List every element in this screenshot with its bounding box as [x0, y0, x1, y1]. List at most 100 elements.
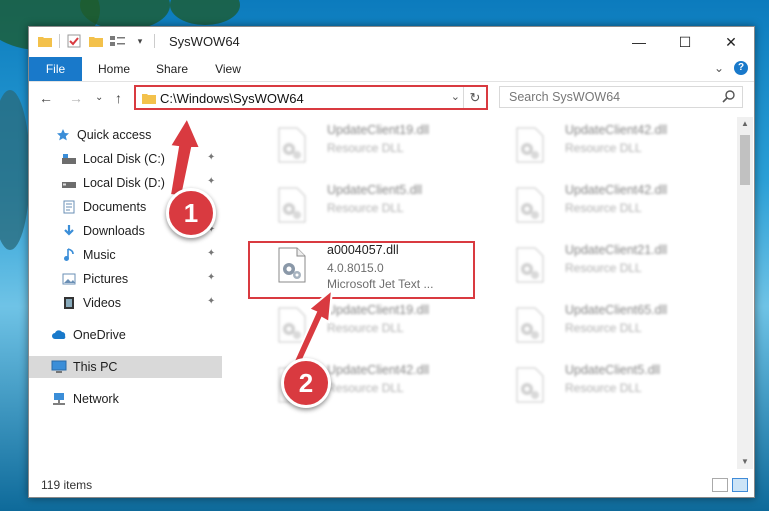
- file-description: Resource DLL: [565, 381, 642, 395]
- ribbon-tabs: File Home Share View ⌄ ?: [29, 57, 754, 82]
- up-button[interactable]: ↑: [115, 90, 122, 106]
- dll-file-icon: [515, 307, 545, 343]
- address-path[interactable]: C:\Windows\SysWOW64: [160, 91, 304, 106]
- tab-file[interactable]: File: [29, 57, 82, 81]
- file-description: Resource DLL: [565, 141, 642, 155]
- close-button[interactable]: ✕: [708, 27, 754, 57]
- tab-home[interactable]: Home: [91, 57, 137, 81]
- properties-icon[interactable]: [66, 33, 82, 49]
- file-name: UpdateClient42.dll: [565, 123, 668, 137]
- picture-icon: [61, 271, 77, 287]
- cloud-icon: [51, 327, 67, 343]
- dll-file-icon: [515, 127, 545, 163]
- scroll-up-icon[interactable]: ▲: [737, 117, 753, 131]
- sidebar-item-label: Downloads: [83, 224, 145, 238]
- file-description: Resource DLL: [327, 201, 404, 215]
- file-item[interactable]: UpdateClient19.dll Resource DLL: [259, 119, 489, 171]
- star-icon: [55, 127, 71, 143]
- dll-file-icon: [515, 367, 545, 403]
- sidebar-item-local-disk-c[interactable]: Local Disk (C:) ✦: [29, 148, 222, 170]
- pin-icon[interactable]: ✦: [207, 272, 215, 283]
- file-item[interactable]: UpdateClient42.dll Resource DLL: [497, 179, 727, 231]
- file-description: Resource DLL: [327, 321, 404, 335]
- file-name: UpdateClient19.dll: [327, 123, 430, 137]
- title-bar: ▾ SysWOW64 — ☐ ✕: [29, 27, 754, 57]
- pin-icon[interactable]: ✦: [207, 152, 215, 163]
- search-box[interactable]: Search SysWOW64: [499, 86, 743, 108]
- sidebar-item-pictures[interactable]: Pictures ✦: [29, 268, 222, 290]
- sidebar-item-onedrive[interactable]: OneDrive: [29, 324, 222, 346]
- recent-locations-button[interactable]: ⌄: [95, 92, 103, 103]
- tab-view[interactable]: View: [205, 57, 251, 81]
- quick-access-toolbar: ▾: [37, 33, 155, 49]
- drive-icon: [61, 151, 77, 167]
- folder-icon[interactable]: [37, 33, 53, 49]
- pin-icon[interactable]: ✦: [207, 296, 215, 307]
- file-name: UpdateClient42.dll: [565, 183, 668, 197]
- refresh-button[interactable]: ↻: [463, 87, 486, 108]
- sidebar-item-label: Documents: [83, 200, 147, 214]
- step-2-badge: 2: [281, 358, 331, 408]
- file-item[interactable]: UpdateClient65.dll Resource DLL: [497, 299, 727, 351]
- sidebar-item-label: This PC: [73, 360, 118, 374]
- file-name: UpdateClient5.dll: [327, 183, 423, 197]
- sidebar-item-label: Local Disk (D:): [83, 176, 165, 190]
- scrollbar-thumb[interactable]: [740, 135, 750, 185]
- file-name: UpdateClient42.dll: [327, 363, 430, 377]
- customize-toolbar-icon[interactable]: ▾: [132, 33, 148, 49]
- search-icon[interactable]: [722, 89, 736, 106]
- maximize-button[interactable]: ☐: [662, 27, 708, 57]
- view-options-icon[interactable]: [110, 33, 126, 49]
- sidebar-item-music[interactable]: Music ✦: [29, 244, 222, 266]
- document-icon: [61, 199, 77, 215]
- download-icon: [61, 223, 77, 239]
- dll-file-icon: [277, 127, 307, 163]
- file-item[interactable]: UpdateClient19.dll Resource DLL: [259, 299, 489, 351]
- file-item[interactable]: UpdateClient42.dll Resource DLL: [497, 119, 727, 171]
- forward-button[interactable]: →: [69, 90, 83, 106]
- details-view-icon[interactable]: [712, 478, 728, 492]
- new-folder-icon[interactable]: [88, 33, 104, 49]
- minimize-button[interactable]: —: [616, 27, 662, 57]
- address-dropdown-icon[interactable]: ⌄: [451, 90, 460, 103]
- search-placeholder: Search SysWOW64: [509, 90, 621, 104]
- file-item[interactable]: UpdateClient5.dll Resource DLL: [497, 359, 727, 411]
- sidebar-item-label: Videos: [83, 296, 121, 310]
- file-description: Resource DLL: [565, 261, 642, 275]
- tab-share[interactable]: Share: [149, 57, 195, 81]
- sidebar-item-label: OneDrive: [73, 328, 126, 342]
- expand-ribbon-icon[interactable]: ⌄: [714, 61, 724, 75]
- help-icon[interactable]: ?: [734, 61, 748, 75]
- dll-file-icon: [515, 247, 545, 283]
- file-name: UpdateClient19.dll: [327, 303, 430, 317]
- music-icon: [61, 247, 77, 263]
- sidebar-item-videos[interactable]: Videos ✦: [29, 292, 222, 314]
- pin-icon[interactable]: ✦: [207, 248, 215, 259]
- file-name: UpdateClient21.dll: [565, 243, 668, 257]
- window-title: SysWOW64: [169, 34, 240, 49]
- scroll-down-icon[interactable]: ▼: [737, 455, 753, 469]
- file-highlight-box: [248, 241, 475, 299]
- address-bar[interactable]: C:\Windows\SysWOW64 ⌄ ↻: [134, 85, 488, 110]
- file-description: Resource DLL: [565, 321, 642, 335]
- window-controls: — ☐ ✕: [616, 27, 754, 57]
- drive-icon: [61, 175, 77, 191]
- sidebar-item-this-pc[interactable]: This PC: [29, 356, 222, 378]
- tiles-view-icon[interactable]: [732, 478, 748, 492]
- navigation-pane: Quick access Local Disk (C:) ✦ Local Dis…: [29, 122, 222, 467]
- video-icon: [61, 295, 77, 311]
- folder-icon: [142, 92, 156, 107]
- pin-icon[interactable]: ✦: [207, 176, 215, 187]
- step-1-badge: 1: [166, 188, 216, 238]
- network-icon: [51, 391, 67, 407]
- file-item[interactable]: UpdateClient21.dll Resource DLL: [497, 239, 727, 291]
- sidebar-item-quick-access[interactable]: Quick access: [29, 124, 222, 146]
- sidebar-item-network[interactable]: Network: [29, 388, 222, 410]
- navigation-bar: ← → ⌄ ↑ C:\Windows\SysWOW64 ⌄ ↻ Search S…: [29, 82, 754, 114]
- vertical-scrollbar[interactable]: ▲ ▼: [737, 117, 753, 469]
- view-toggle: [712, 478, 748, 492]
- item-count: 119 items: [41, 478, 93, 492]
- back-button[interactable]: ←: [39, 90, 53, 106]
- dll-file-icon: [277, 307, 307, 343]
- file-item[interactable]: UpdateClient5.dll Resource DLL: [259, 179, 489, 231]
